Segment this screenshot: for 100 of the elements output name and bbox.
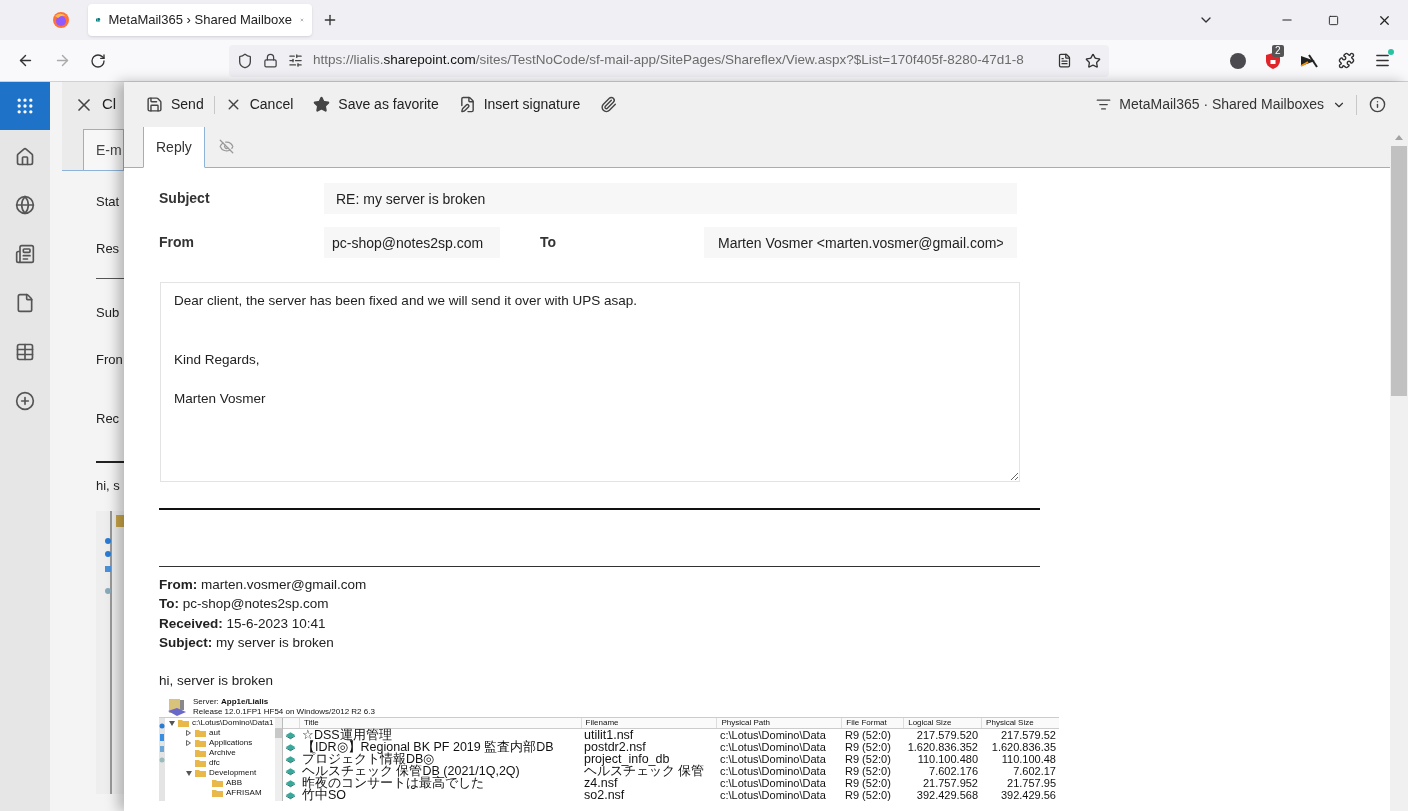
home-icon[interactable] [15,147,35,167]
info-icon[interactable] [1369,96,1386,113]
toolbar-button[interactable]: Send [144,88,206,121]
lock-icon[interactable] [263,53,278,68]
expanded-caret-icon[interactable] [186,771,192,776]
waffle-icon [15,96,35,116]
message-body-field[interactable]: Dear client, the server has been fixed and we will send it over with UPS asap. Kind Regards, Marten Vosmer [160,282,1020,482]
column-header[interactable]: Logical Size [903,718,982,729]
browser-logo-icon [52,11,70,29]
extension-icon[interactable] [1300,52,1318,69]
from-field[interactable]: pc-shop@notes2sp.com [324,227,500,258]
table-cell-text: utilit1.nsf [583,729,634,742]
globe-icon[interactable] [15,195,35,215]
expanded-caret-icon[interactable] [169,721,175,726]
table-cell-text: R9 (52:0) [844,765,892,778]
collapsed-caret-icon[interactable] [186,730,191,737]
file-icon[interactable] [15,293,35,313]
column-header[interactable]: Physical Path [716,718,842,729]
toolbar-button[interactable]: Cancel [222,88,296,121]
add-icon[interactable] [15,391,35,411]
header-line: Received: 15-6-2023 10:41 [159,614,327,633]
database-icon [285,755,296,764]
bookmark-star-icon[interactable] [1085,52,1101,69]
table-cell-text: 7.602.17 [1012,765,1057,778]
table-cell-text: R9 (52:0) [844,777,892,790]
new-tab-icon[interactable] [322,12,338,28]
toolbar-button[interactable]: Insert signature [456,88,583,121]
table-cell-text: c:\Lotus\Domino\Data [719,765,827,778]
database-icon [285,731,296,740]
maximize-icon[interactable] [1328,14,1339,26]
to-field[interactable]: Marten Vosmer <marten.vosmer@gmail.com> [704,227,1017,258]
database-icon [285,767,296,776]
column-header[interactable]: Filename [580,718,717,729]
permissions-icon[interactable] [288,53,303,68]
reload-icon[interactable] [90,52,106,69]
tree-item[interactable]: Development [209,768,257,779]
table-cell-text: so2.nsf [583,789,626,802]
table-cell-text: R9 (52:0) [844,729,892,742]
header-line: To: pc-shop@notes2sp.com [159,595,330,614]
star-icon [313,96,331,113]
database-icon [285,779,296,788]
table-cell-text: 110.100.480 [916,753,979,766]
news-icon[interactable] [15,244,35,264]
eye-off-icon [218,139,234,154]
tree-item[interactable]: Applications [209,738,253,749]
field-label: Rec [96,410,121,428]
table-cell-text: project_info_db [583,753,670,766]
tree-item[interactable]: Archive [209,748,236,759]
table-cell-text: 昨夜のコンサートは最高でした [301,777,484,790]
subject-field[interactable]: RE: my server is broken [324,183,1017,214]
column-header[interactable]: Physical Size [981,718,1059,729]
table-cell-text: 1.620.836.35 [990,741,1057,754]
notification-badge: 2 [1272,44,1284,57]
tree-item[interactable]: AFRISAM [226,788,262,799]
database-icon [285,743,296,752]
address-bar[interactable]: https://lialis.sharepoint.com/sites/TestNoCode/sf-mail-app/SitePages/Shareflex/View.aspx?$List=170f405f-8280-47d1-8 [229,44,1109,77]
tab[interactable]: Reply [143,127,205,168]
table-cell-text: z4.nsf [583,777,618,790]
tab[interactable]: E-m [83,129,124,170]
tree-item[interactable]: ABB [226,778,242,789]
message-text: hi, server is broken [159,672,275,691]
avatar-icon[interactable] [1230,52,1246,69]
app-launcher-button[interactable] [0,82,50,130]
extensions-icon[interactable] [1338,52,1355,69]
back-icon[interactable] [17,52,34,69]
tree-item[interactable]: aut [209,728,221,739]
field-label: Stat [96,193,121,211]
table-cell-text: c:\Lotus\Domino\Data [719,777,827,790]
shield-icon[interactable] [237,52,253,69]
browser-tab[interactable]: MetaMail365 › Shared Mailboxe [88,4,312,36]
server-icon [167,697,187,717]
table-cell-text: c:\Lotus\Domino\Data [719,789,827,802]
url-text: https://lialis.sharepoint.com/sites/TestNoCode/sf-mail-app/SitePages/Shareflex/View.aspx?$List=170f405f-8280-47d1-8 [313,51,1025,70]
close-label[interactable]: Cl [102,93,117,116]
site-switcher[interactable]: MetaMail365 · Shared Mailboxes [1119,94,1346,115]
table-cell-text: 110.100.48 [1000,753,1057,766]
field-label: From [159,233,195,252]
field-label: Fron [96,350,124,369]
folder-icon [195,769,206,778]
menu-icon[interactable] [1374,52,1391,69]
column-header[interactable]: Title [299,718,581,729]
list-icon[interactable] [15,342,35,362]
field-label: Subject [159,189,211,208]
column-header[interactable]: File Format [841,718,904,729]
tree-item[interactable]: c:\Lotus\Domino\Data1 [192,718,274,729]
tree-item[interactable]: dfc [209,758,220,769]
signature-icon [458,96,476,113]
table-cell-text: 1.620.836.352 [906,741,979,754]
table-cell-text: R9 (52:0) [844,789,892,802]
table-cell-text: 7.602.176 [928,765,979,778]
toolbar-button[interactable]: Save as favorite [311,88,441,121]
folder-icon [195,759,206,768]
save-icon [146,96,163,113]
scrollbar[interactable] [1390,127,1408,811]
body-text: hi, s [96,476,121,495]
scrollbar[interactable] [275,718,282,802]
field-label: Sub [96,304,121,322]
collapsed-caret-icon[interactable] [186,740,191,747]
table-cell-text: 21.757.952 [921,777,979,790]
reader-view-icon[interactable] [1057,53,1072,68]
